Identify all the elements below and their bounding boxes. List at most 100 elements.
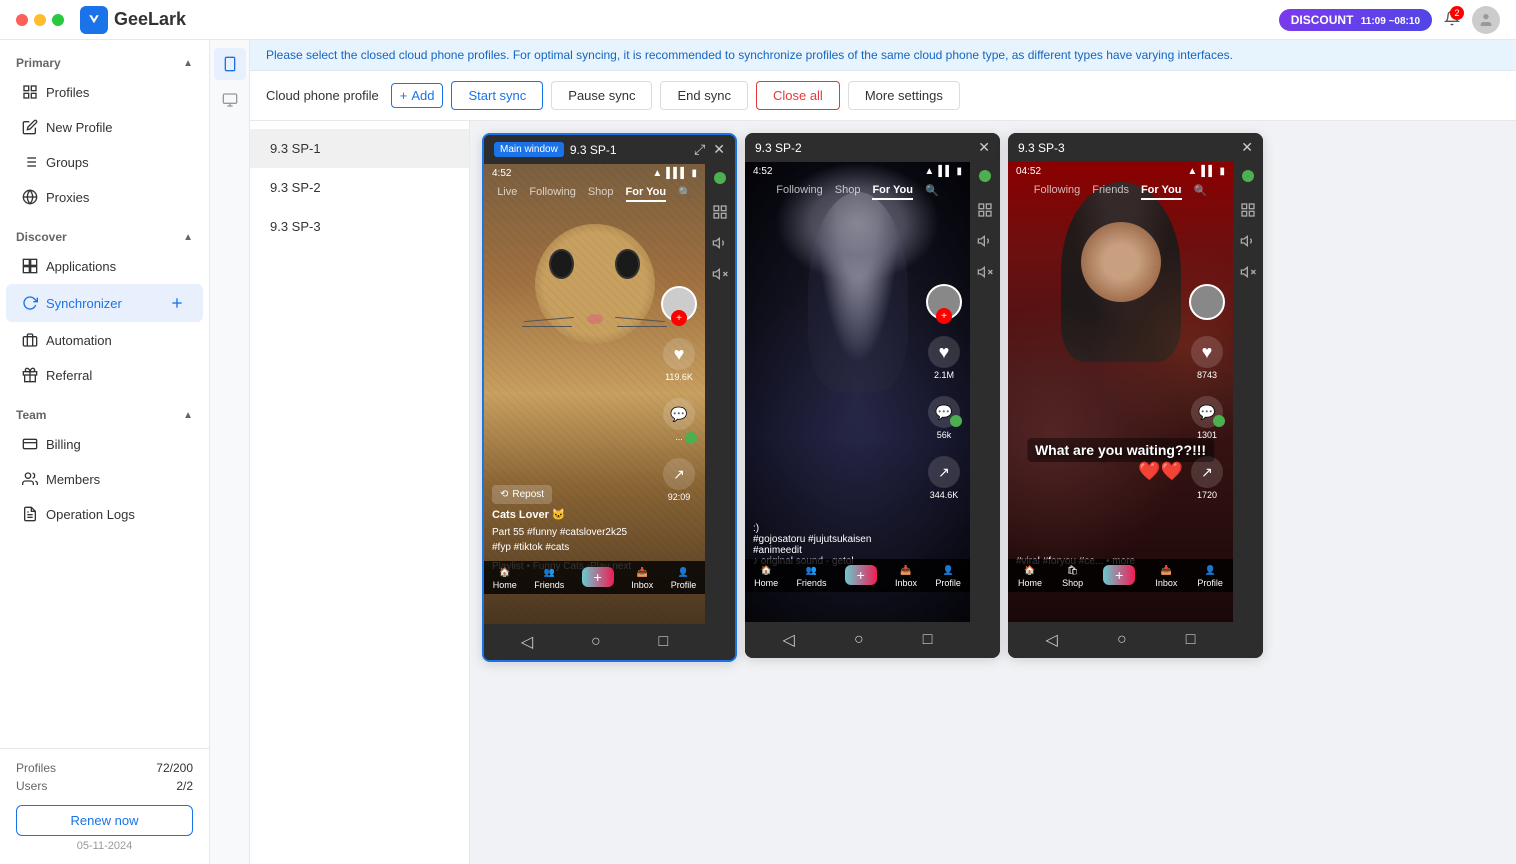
recent-btn-sp1[interactable]: □ bbox=[658, 633, 668, 651]
following-tab2-sp1[interactable]: Following bbox=[529, 186, 575, 202]
sidebar-item-applications[interactable]: Applications bbox=[6, 249, 203, 283]
toolbar: Cloud phone profile + Add Start sync Pau… bbox=[250, 71, 1516, 121]
vol-down-ctrl-sp1[interactable] bbox=[712, 266, 728, 285]
sidebar-section-team[interactable]: Team ▲ bbox=[0, 400, 209, 426]
sidebar-item-proxies[interactable]: Proxies bbox=[6, 180, 203, 214]
user-avatar[interactable] bbox=[1472, 6, 1500, 34]
back-btn-sp1[interactable]: ◁ bbox=[521, 632, 533, 652]
vol-up-ctrl-sp2[interactable] bbox=[977, 233, 993, 252]
sidebar-item-operation-logs[interactable]: Operation Logs bbox=[6, 497, 203, 531]
close-btn-sp1[interactable]: ✕ bbox=[713, 141, 725, 158]
vol-down-ctrl-sp3[interactable] bbox=[1240, 264, 1256, 283]
vol-down-ctrl-sp2[interactable] bbox=[977, 264, 993, 283]
sync-tab-desktop[interactable] bbox=[214, 84, 246, 116]
friends-nav-sp1[interactable]: 👥 Friends bbox=[534, 567, 564, 590]
profile-list-item-sp3[interactable]: 9.3 SP-3 bbox=[250, 207, 469, 246]
creator-avatar-sp1[interactable]: + bbox=[661, 286, 697, 322]
creator-avatar-sp3[interactable] bbox=[1189, 284, 1225, 320]
friends-tab-sp3[interactable]: Friends bbox=[1092, 184, 1129, 200]
sidebar-item-referral[interactable]: Referral bbox=[6, 358, 203, 392]
share-btn-sp1[interactable]: ↗ 92:09 bbox=[663, 458, 695, 502]
inbox-nav-sp3[interactable]: 📥Inbox bbox=[1155, 565, 1177, 588]
for-you-tab-sp3[interactable]: For You bbox=[1141, 184, 1182, 200]
following-tab-sp2[interactable]: Following bbox=[776, 184, 822, 200]
recent-btn-sp2[interactable]: □ bbox=[923, 631, 933, 649]
recent-btn-sp3[interactable]: □ bbox=[1186, 631, 1196, 649]
notification-btn[interactable]: 2 bbox=[1444, 10, 1460, 29]
creator-avatar-sp2[interactable]: + bbox=[926, 284, 962, 320]
create-nav-sp2[interactable]: + bbox=[845, 565, 877, 588]
expand-btn-sp1[interactable]: ⤢ bbox=[694, 141, 705, 158]
start-sync-button[interactable]: Start sync bbox=[451, 81, 543, 110]
home-btn-sp1[interactable]: ○ bbox=[591, 633, 601, 651]
shop-tab-sp2[interactable]: Shop bbox=[835, 184, 861, 200]
search-icon-sp3[interactable]: 🔍 bbox=[1194, 184, 1208, 200]
phone-screen-sp3[interactable]: 04:52 ▲ ▌▌ ▮ bbox=[1008, 162, 1233, 658]
shop-tab-sp1[interactable]: Shop bbox=[588, 186, 614, 202]
battery-icon: ▮ bbox=[691, 168, 697, 179]
sidebar-item-new-profile[interactable]: New Profile bbox=[6, 110, 203, 144]
discount-badge[interactable]: DISCOUNT 11:09 ~08:10 bbox=[1279, 9, 1432, 31]
back-btn-sp2[interactable]: ◁ bbox=[783, 630, 795, 650]
vol-up-ctrl-sp1[interactable] bbox=[712, 235, 728, 254]
sync-add-icon[interactable] bbox=[167, 293, 187, 313]
following-tab-sp1[interactable]: Live bbox=[497, 186, 517, 202]
close-window-btn[interactable] bbox=[16, 14, 28, 26]
maximize-window-btn[interactable] bbox=[52, 14, 64, 26]
shop-nav-sp3[interactable]: 🛍Shop bbox=[1062, 565, 1083, 588]
add-button[interactable]: + Add bbox=[391, 83, 444, 108]
for-you-tab-sp1[interactable]: For You bbox=[626, 186, 667, 202]
more-settings-button[interactable]: More settings bbox=[848, 81, 960, 110]
vol-up-ctrl-sp3[interactable] bbox=[1240, 233, 1256, 252]
sync-tab-phone[interactable] bbox=[214, 48, 246, 80]
grid-ctrl-sp1[interactable] bbox=[712, 204, 728, 223]
end-sync-button[interactable]: End sync bbox=[660, 81, 747, 110]
like-btn-sp1[interactable]: ♥ 119.6K bbox=[663, 338, 695, 382]
phone-screen-sp1[interactable]: 4:52 ▲ ▌▌▌ ▮ bbox=[484, 164, 705, 660]
home-nav-sp2[interactable]: 🏠Home bbox=[754, 565, 778, 588]
profile-list-item-sp1[interactable]: 9.3 SP-1 bbox=[250, 129, 469, 168]
sidebar-section-primary[interactable]: Primary ▲ bbox=[0, 48, 209, 74]
search-tab-sp1[interactable]: 🔍 bbox=[678, 186, 692, 202]
home-btn-sp2[interactable]: ○ bbox=[854, 631, 864, 649]
sidebar-item-billing[interactable]: Billing bbox=[6, 427, 203, 461]
home-btn-sp3[interactable]: ○ bbox=[1117, 631, 1127, 649]
sidebar-item-automation[interactable]: Automation bbox=[6, 323, 203, 357]
close-btn-sp2[interactable]: ✕ bbox=[978, 139, 990, 156]
sidebar-item-groups[interactable]: Groups bbox=[6, 145, 203, 179]
sidebar-item-profiles[interactable]: Profiles bbox=[6, 75, 203, 109]
profile-nav-sp1[interactable]: 👤 Profile bbox=[671, 567, 697, 590]
create-nav-sp1[interactable]: + bbox=[582, 567, 614, 590]
search-icon-sp2[interactable]: 🔍 bbox=[925, 184, 939, 200]
like-btn-sp3[interactable]: ♥ 8743 bbox=[1191, 336, 1223, 380]
repost-label: Repost bbox=[512, 489, 544, 500]
repost-btn-sp1[interactable]: ⟲ Repost bbox=[492, 485, 552, 504]
close-btn-sp3[interactable]: ✕ bbox=[1241, 139, 1253, 156]
home-nav-sp1[interactable]: 🏠 Home bbox=[493, 567, 517, 590]
renew-now-button[interactable]: Renew now bbox=[16, 805, 193, 836]
share-btn-sp3[interactable]: ↗ 1720 bbox=[1191, 456, 1223, 500]
back-btn-sp3[interactable]: ◁ bbox=[1046, 630, 1058, 650]
profile-list-item-sp2[interactable]: 9.3 SP-2 bbox=[250, 168, 469, 207]
for-you-tab-sp2[interactable]: For You bbox=[872, 184, 913, 200]
battery-icon-sp3: ▮ bbox=[1219, 166, 1225, 177]
pause-sync-button[interactable]: Pause sync bbox=[551, 81, 652, 110]
grid-ctrl-sp3[interactable] bbox=[1240, 202, 1256, 221]
sidebar-item-members[interactable]: Members bbox=[6, 462, 203, 496]
close-all-button[interactable]: Close all bbox=[756, 81, 840, 110]
grid-ctrl-sp2[interactable] bbox=[977, 202, 993, 221]
minimize-window-btn[interactable] bbox=[34, 14, 46, 26]
profile-nav-sp3[interactable]: 👤Profile bbox=[1197, 565, 1223, 588]
profile-nav-sp2[interactable]: 👤Profile bbox=[935, 565, 961, 588]
friends-nav-sp2[interactable]: 👥Friends bbox=[796, 565, 826, 588]
inbox-nav-sp2[interactable]: 📥Inbox bbox=[895, 565, 917, 588]
like-btn-sp2[interactable]: ♥ 2.1M bbox=[928, 336, 960, 380]
share-btn-sp2[interactable]: ↗ 344.6K bbox=[928, 456, 960, 500]
sidebar-section-discover[interactable]: Discover ▲ bbox=[0, 222, 209, 248]
phone-screen-sp2[interactable]: 4:52 ▲ ▌▌ ▮ bbox=[745, 162, 970, 658]
create-nav-sp3[interactable]: + bbox=[1103, 565, 1135, 588]
sidebar-item-synchronizer[interactable]: Synchronizer bbox=[6, 284, 203, 322]
home-nav-sp3[interactable]: 🏠Home bbox=[1018, 565, 1042, 588]
following-tab-sp3[interactable]: Following bbox=[1034, 184, 1080, 200]
inbox-nav-sp1[interactable]: 📥 Inbox bbox=[631, 567, 653, 590]
